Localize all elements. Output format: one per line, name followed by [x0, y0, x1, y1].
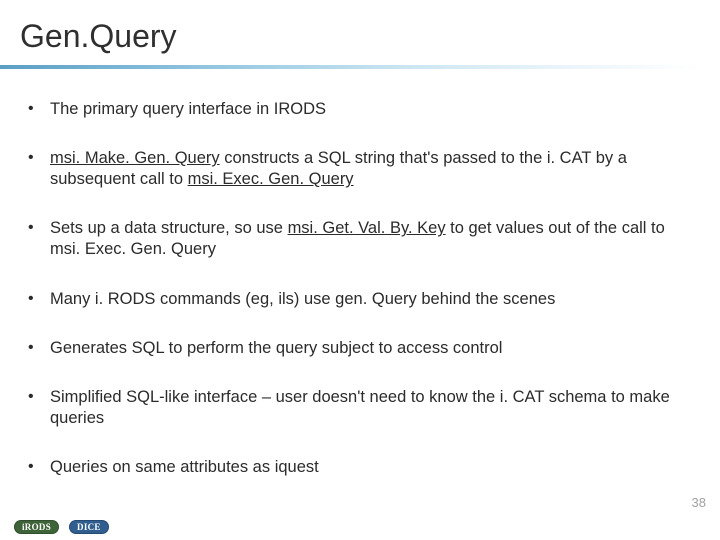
bullet-text: Generates SQL to perform the query subje…: [50, 339, 502, 357]
bullet-text: Sets up a data structure, so use msi. Ge…: [50, 219, 665, 258]
slide-body: The primary query interface in IRODS msi…: [0, 69, 720, 478]
bullet-item: Simplified SQL-like interface – user doe…: [24, 387, 694, 429]
bullet-item: Generates SQL to perform the query subje…: [24, 338, 694, 359]
bullet-text: msi. Make. Gen. Query constructs a SQL s…: [50, 149, 627, 188]
dice-badge: DICE: [69, 520, 109, 534]
bullet-item: Many i. RODS commands (eg, ils) use gen.…: [24, 289, 694, 310]
bullet-list: The primary query interface in IRODS msi…: [24, 99, 694, 478]
page-number: 38: [692, 495, 706, 510]
irods-badge: iRODS: [14, 520, 59, 534]
slide-title: Gen.Query: [20, 18, 720, 65]
bullet-text: Simplified SQL-like interface – user doe…: [50, 388, 670, 427]
footer-badges: iRODS DICE: [14, 520, 109, 534]
bullet-text: Many i. RODS commands (eg, ils) use gen.…: [50, 290, 555, 308]
bullet-item: msi. Make. Gen. Query constructs a SQL s…: [24, 148, 694, 190]
bullet-text: Queries on same attributes as iquest: [50, 458, 319, 476]
bullet-text: The primary query interface in IRODS: [50, 100, 326, 118]
bullet-item: Queries on same attributes as iquest: [24, 457, 694, 478]
bullet-item: The primary query interface in IRODS: [24, 99, 694, 120]
slide: Gen.Query The primary query interface in…: [0, 0, 720, 540]
title-block: Gen.Query: [0, 0, 720, 69]
bullet-item: Sets up a data structure, so use msi. Ge…: [24, 218, 694, 260]
